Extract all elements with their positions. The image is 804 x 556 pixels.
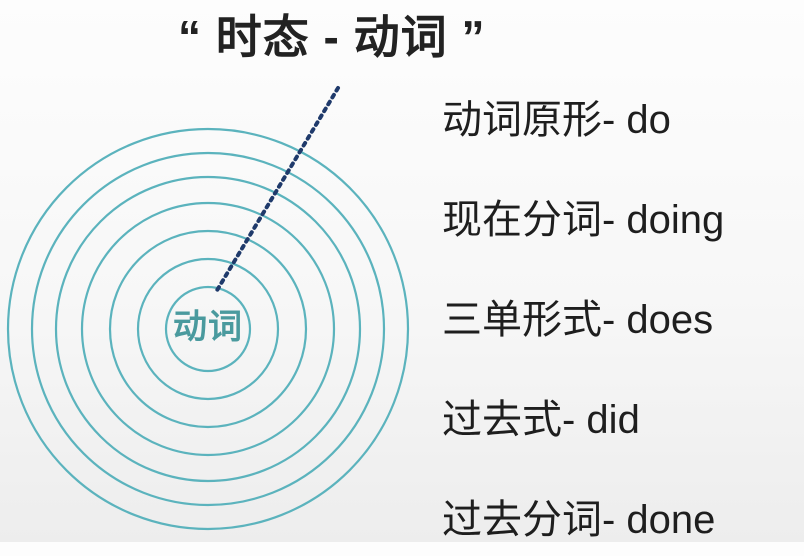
verb-form-present-participle: 现在分词- doing <box>442 198 725 242</box>
verb-form-base: 动词原形- do <box>442 98 671 142</box>
verb-forms-list: 动词原形- do 现在分词- doing 三单形式- does 过去式- did… <box>442 88 724 556</box>
center-label: 动词 <box>173 308 243 346</box>
verb-form-past-tense: 过去式- did <box>442 398 640 442</box>
leader-line <box>214 86 340 294</box>
verb-form-third-person-singular: 三单形式- does <box>442 298 714 342</box>
verb-form-past-participle: 过去分词- done <box>442 498 716 542</box>
